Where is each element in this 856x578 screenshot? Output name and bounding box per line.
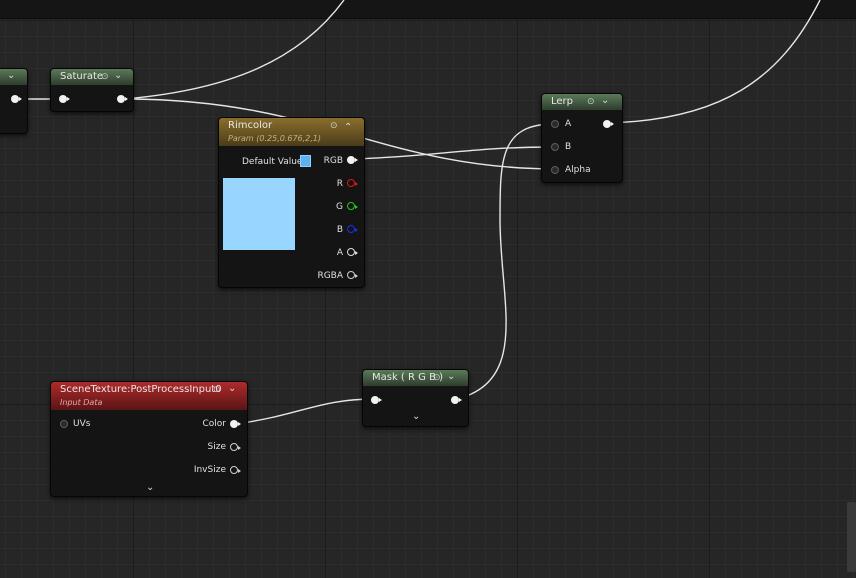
output-label-rgb: RGB: [323, 156, 343, 166]
saturate-output-pin[interactable]: [117, 95, 128, 103]
input-label-uvs: UVs: [73, 419, 91, 429]
default-value-label: Default Value: [242, 157, 303, 167]
chevron-down-icon[interactable]: ⌄: [7, 71, 15, 81]
node-title: Lerp: [551, 96, 574, 107]
output-label-r: R: [336, 179, 343, 189]
chevron-up-icon[interactable]: ⌃: [344, 123, 352, 133]
input-label-a: A: [565, 119, 572, 129]
input-label-b: B: [565, 142, 572, 152]
saturate-node-header[interactable]: Saturate ⊙ ⌄: [51, 69, 133, 85]
node-title: SceneTexture:PostProcessInput0: [60, 384, 222, 395]
scene-texture-node-header[interactable]: SceneTexture:PostProcessInput0 Input Dat…: [51, 382, 247, 410]
saturate-node[interactable]: Saturate ⊙ ⌄: [50, 68, 134, 112]
output-label-invsize: InvSize: [193, 465, 226, 475]
node-subtitle: Param (0.25,0.676,2,1): [228, 134, 322, 143]
graph-top-toolbar: [0, 0, 856, 19]
output-pin-invsize[interactable]: [230, 466, 241, 474]
output-label-rgba: RGBA: [317, 271, 343, 281]
output-label-g: G: [336, 202, 343, 212]
input-pin-alpha[interactable]: [551, 166, 559, 174]
wire-rimcolor-rgb-to-lerp-b: [353, 146, 555, 160]
lerp-node-header[interactable]: Lerp ⊙ ⌄: [542, 94, 622, 110]
circle-dot-icon[interactable]: ⊙: [433, 373, 441, 383]
output-label-size: Size: [207, 442, 226, 452]
output-label-color: Color: [202, 419, 227, 429]
saturate-input-pin[interactable]: [59, 95, 70, 103]
output-pin-b[interactable]: [347, 225, 358, 233]
node-subtitle: Input Data: [60, 398, 103, 407]
output-pin-rgba[interactable]: [347, 271, 358, 279]
scene-texture-node[interactable]: SceneTexture:PostProcessInput0 Input Dat…: [50, 381, 248, 497]
output-pin-rgb[interactable]: [347, 156, 358, 164]
rimcolor-node-header[interactable]: Rimcolor Param (0.25,0.676,2,1) ⊙ ⌃: [219, 118, 364, 146]
chevron-down-icon[interactable]: ⌄: [412, 412, 420, 422]
circle-dot-icon[interactable]: ⊙: [101, 72, 109, 82]
output-pin-r[interactable]: [347, 179, 358, 187]
lerp-output-pin[interactable]: [603, 120, 614, 128]
circle-dot-icon[interactable]: ⊙: [587, 97, 595, 107]
node-title: Rimcolor: [228, 120, 273, 131]
output-label-b: B: [336, 225, 343, 235]
offscreen-node-header[interactable]: ⌄: [0, 69, 27, 85]
mask-node[interactable]: Mask ( R G B ) ⊙ ⌄ ⌄: [362, 369, 469, 427]
chevron-down-icon[interactable]: ⌄: [114, 71, 122, 81]
circle-dot-icon[interactable]: ⊙: [213, 385, 221, 395]
chevron-down-icon[interactable]: ⌄: [601, 96, 609, 106]
wire-scene-color-to-mask: [235, 398, 375, 425]
output-pin-a[interactable]: [347, 248, 358, 256]
offscreen-node[interactable]: ⌄: [0, 68, 28, 134]
chevron-down-icon[interactable]: ⌄: [447, 372, 455, 382]
output-label-a: A: [336, 248, 343, 258]
chevron-down-icon[interactable]: ⌄: [146, 483, 154, 493]
chevron-down-icon[interactable]: ⌄: [228, 384, 236, 394]
mask-output-pin[interactable]: [451, 396, 462, 404]
output-pin-size[interactable]: [230, 443, 241, 451]
lerp-node[interactable]: Lerp ⊙ ⌄ A B Alpha: [541, 93, 623, 183]
output-pin-color[interactable]: [230, 420, 241, 428]
rimcolor-node[interactable]: Rimcolor Param (0.25,0.676,2,1) ⊙ ⌃ Defa…: [218, 117, 365, 288]
input-label-alpha: Alpha: [565, 165, 591, 175]
node-title: Saturate: [60, 71, 104, 82]
default-value-color-chip[interactable]: [300, 155, 311, 167]
input-pin-a[interactable]: [551, 120, 559, 128]
color-preview-swatch: [223, 178, 295, 250]
wire-mask-to-lerp-a: [456, 123, 555, 400]
vertical-scrollbar-thumb[interactable]: [847, 502, 856, 572]
mask-input-pin[interactable]: [371, 396, 382, 404]
input-pin-uvs[interactable]: [60, 420, 68, 428]
output-pin-g[interactable]: [347, 202, 358, 210]
offscreen-node-output-pin[interactable]: [11, 95, 22, 103]
mask-node-header[interactable]: Mask ( R G B ) ⊙ ⌄: [363, 370, 468, 386]
input-pin-b[interactable]: [551, 143, 559, 151]
circle-dot-icon[interactable]: ⊙: [330, 121, 338, 131]
